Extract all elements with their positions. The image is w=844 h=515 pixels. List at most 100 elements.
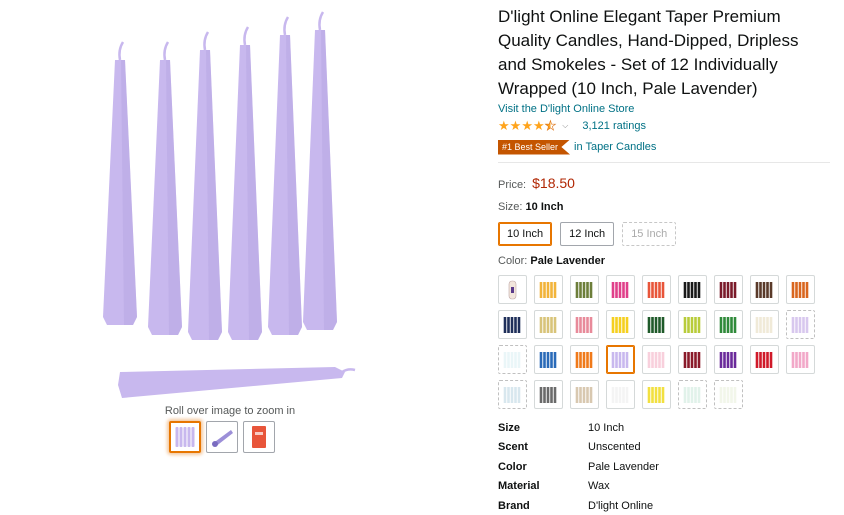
star-half-icon: ★ — [544, 118, 557, 133]
best-seller-category-link[interactable]: in Taper Candles — [574, 141, 656, 153]
best-seller-badge: #1 Best Seller — [498, 139, 571, 155]
color-swatch[interactable] — [714, 310, 743, 339]
candle-swatch-icon — [611, 352, 629, 368]
color-swatch[interactable] — [570, 345, 599, 374]
color-swatch[interactable] — [570, 275, 599, 304]
color-swatch[interactable] — [606, 310, 635, 339]
product-media: Roll over image to zoom in — [80, 0, 380, 470]
color-swatches — [498, 275, 830, 409]
candle-swatch-icon — [575, 317, 593, 333]
bestseller-row: #1 Best Seller in Taper Candles — [498, 139, 830, 155]
size-option-button[interactable]: 12 Inch — [560, 222, 615, 246]
spec-row: Color Pale Lavender — [498, 457, 830, 477]
color-swatch[interactable] — [498, 345, 527, 374]
thumbnail-1[interactable] — [169, 421, 201, 453]
candle-swatch-icon — [719, 352, 737, 368]
color-swatch[interactable] — [786, 345, 815, 374]
color-row: Color: Pale Lavender — [498, 255, 830, 267]
color-swatch[interactable] — [750, 310, 779, 339]
candle-swatch-icon — [719, 282, 737, 298]
ratings-count-link[interactable]: 3,121 ratings — [582, 120, 646, 132]
product-details: D'light Online Elegant Taper Premium Qua… — [498, 5, 830, 515]
color-swatch[interactable] — [570, 380, 599, 409]
price-label: Price: — [498, 179, 527, 191]
spec-value: 10 Inch — [588, 421, 625, 434]
color-swatch[interactable] — [642, 345, 671, 374]
spec-value: Wax — [588, 480, 610, 493]
color-swatch[interactable] — [786, 310, 815, 339]
color-swatch[interactable] — [606, 345, 635, 374]
main-product-image[interactable] — [80, 0, 380, 405]
thumbnail-3[interactable] — [243, 421, 275, 453]
candle-swatch-icon — [611, 317, 629, 333]
color-swatch[interactable] — [642, 380, 671, 409]
size-option-button[interactable]: 15 Inch — [622, 222, 677, 246]
spec-key: Brand — [498, 499, 530, 512]
candle-swatch-icon — [539, 387, 557, 403]
color-swatch[interactable] — [642, 310, 671, 339]
color-swatch[interactable] — [498, 275, 527, 304]
color-swatch[interactable] — [786, 275, 815, 304]
candle-swatch-icon — [755, 317, 773, 333]
color-swatch[interactable] — [714, 275, 743, 304]
thumbnail-2[interactable] — [206, 421, 238, 453]
color-swatch[interactable] — [534, 310, 563, 339]
candle-wick — [283, 16, 290, 36]
candle-swatch-icon — [791, 352, 809, 368]
price-value: $18.50 — [532, 175, 575, 191]
color-swatch[interactable] — [678, 310, 707, 339]
chevron-down-icon[interactable]: ⌵ — [562, 121, 568, 131]
candle-swatch-icon — [575, 282, 593, 298]
color-swatch[interactable] — [534, 345, 563, 374]
color-swatch[interactable] — [534, 275, 563, 304]
spec-row: Size 10 Inch — [498, 418, 830, 438]
color-swatch[interactable] — [678, 345, 707, 374]
candle-wick — [118, 41, 125, 61]
store-link[interactable]: Visit the D'light Online Store — [498, 103, 830, 115]
candle-wick — [243, 26, 250, 46]
candle-swatch-icon — [508, 280, 517, 300]
candle-swatch-icon — [539, 282, 557, 298]
candle-swatch-icon — [755, 282, 773, 298]
color-swatch[interactable] — [750, 275, 779, 304]
candle-swatch-icon — [611, 282, 629, 298]
size-option-button[interactable]: 10 Inch — [498, 222, 553, 246]
size-label: Size: — [498, 201, 523, 213]
color-swatch[interactable] — [534, 380, 563, 409]
star-full-icon: ★ — [532, 118, 545, 133]
candle-wick — [163, 41, 170, 61]
color-swatch[interactable] — [678, 380, 707, 409]
color-swatch[interactable] — [750, 345, 779, 374]
color-swatch[interactable] — [714, 380, 743, 409]
candle-swatch-icon — [539, 317, 557, 333]
color-swatch[interactable] — [678, 275, 707, 304]
rating-row: ★ ★ ★ ★ ★ ⌵ 3,121 ratings — [498, 118, 830, 134]
star-rating[interactable]: ★ ★ ★ ★ ★ — [498, 118, 557, 133]
product-specs: Size 10 Inch Scent Unscented Color Pale Laven… — [498, 418, 830, 515]
candle-swatch-icon — [575, 387, 593, 403]
product-title: D'light Online Elegant Taper Premium Qua… — [498, 7, 799, 98]
color-swatch[interactable] — [498, 310, 527, 339]
thumbnail-strip — [169, 421, 275, 453]
size-row: Size: 10 Inch — [498, 201, 830, 213]
candle-swatch-icon — [503, 387, 521, 403]
star-full-icon: ★ — [509, 118, 522, 133]
candle-swatch-icon — [719, 387, 737, 403]
color-swatch[interactable] — [606, 380, 635, 409]
star-full-icon: ★ — [521, 118, 533, 133]
color-label: Color: — [498, 255, 528, 267]
candle-swatch-icon — [683, 387, 701, 403]
color-swatch[interactable] — [570, 310, 599, 339]
spec-row: Scent Unscented — [498, 438, 830, 458]
candle-swatch-icon — [647, 352, 665, 368]
color-swatch[interactable] — [642, 275, 671, 304]
size-selected-value: 10 Inch — [525, 201, 564, 213]
color-swatch[interactable] — [498, 380, 527, 409]
color-swatch[interactable] — [714, 345, 743, 374]
spec-key: Material — [498, 480, 540, 493]
lying-candle — [118, 367, 345, 398]
size-options: 10 Inch 12 Inch 15 Inch — [498, 222, 830, 246]
color-swatch[interactable] — [606, 275, 635, 304]
spec-key: Color — [498, 460, 527, 473]
spec-key: Scent — [498, 441, 528, 454]
